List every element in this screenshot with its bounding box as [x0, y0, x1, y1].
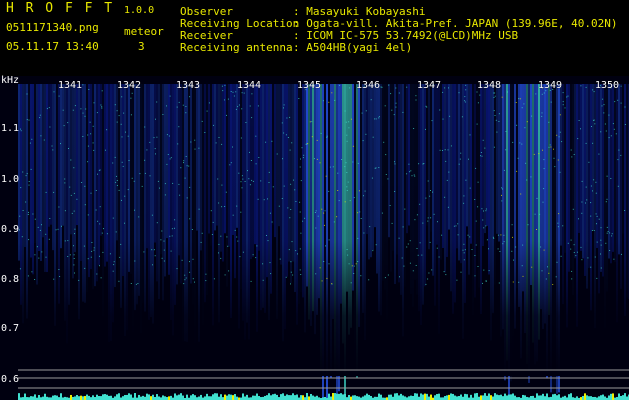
minute-label-1343: 1343 — [176, 80, 201, 91]
y-tick-0.7: 0.7 — [1, 323, 20, 334]
antenna-value: : A504HB(yagi 4el) — [293, 41, 413, 54]
file-name: 0511171340.png — [6, 21, 99, 34]
y-tick-1.0: 1.0 — [1, 174, 20, 185]
minute-label-1341: 1341 — [58, 80, 83, 91]
fade-overlay — [0, 76, 629, 376]
minute-label-1350: 1350 — [595, 80, 620, 91]
app-title: H R O F F T — [6, 1, 115, 16]
app-version: 1.0.0 — [124, 5, 155, 16]
minute-label-1345: 1345 — [297, 80, 322, 91]
y-tick-0.6: 0.6 — [1, 374, 20, 385]
header-panel: H R O F F T 1.0.0 0511171340.png meteor … — [0, 0, 629, 76]
y-tick-0.9: 0.9 — [1, 224, 20, 235]
minute-label-1344: 1344 — [237, 80, 262, 91]
minute-label-1342: 1342 — [117, 80, 142, 91]
y-unit-label: kHz — [1, 75, 20, 86]
spectrogram-panel — [0, 76, 629, 400]
datetime: 05.11.17 13:40 — [6, 40, 99, 53]
meteor-label: meteor — [124, 25, 164, 38]
minute-label-1349: 1349 — [538, 80, 563, 91]
y-tick-0.8: 0.8 — [1, 274, 20, 285]
antenna-label: Receiving antenna — [180, 41, 293, 54]
minute-label-1347: 1347 — [417, 80, 442, 91]
minute-label-1348: 1348 — [477, 80, 502, 91]
meteor-count: 3 — [138, 40, 145, 53]
spectrogram-canvas — [0, 76, 629, 400]
y-tick-1.1: 1.1 — [1, 123, 20, 134]
minute-label-1346: 1346 — [356, 80, 381, 91]
